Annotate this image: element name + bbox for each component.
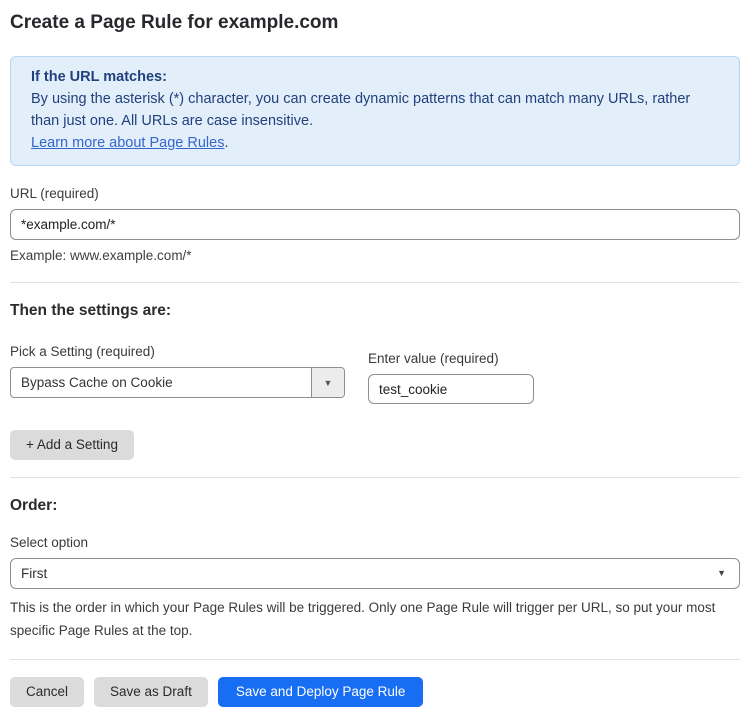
url-example-text: Example: www.example.com/*: [10, 246, 740, 265]
footer-actions: Cancel Save as Draft Save and Deploy Pag…: [10, 677, 740, 707]
setting-select[interactable]: Bypass Cache on Cookie ▼: [10, 367, 345, 398]
order-select-label: Select option: [10, 535, 740, 551]
setting-value-input[interactable]: [368, 374, 534, 404]
url-label: URL (required): [10, 186, 740, 202]
chevron-down-icon: ▼: [717, 559, 726, 588]
settings-row: Pick a Setting (required) Bypass Cache o…: [10, 344, 740, 404]
value-column: Enter value (required): [368, 351, 534, 404]
cancel-button[interactable]: Cancel: [10, 677, 84, 707]
order-select[interactable]: First ▼: [10, 558, 740, 589]
save-deploy-button[interactable]: Save and Deploy Page Rule: [218, 677, 424, 707]
settings-heading: Then the settings are:: [10, 301, 740, 320]
url-matches-info-box: If the URL matches: By using the asteris…: [10, 56, 740, 166]
order-heading: Order:: [10, 496, 740, 515]
info-box-body: By using the asterisk (*) character, you…: [31, 88, 719, 132]
order-select-value: First: [21, 566, 47, 581]
section-divider: [10, 477, 740, 478]
order-help-text: This is the order in which your Page Rul…: [10, 596, 732, 642]
setting-label: Pick a Setting (required): [10, 344, 345, 360]
info-box-heading: If the URL matches:: [31, 66, 719, 88]
link-suffix: .: [224, 135, 228, 151]
setting-select-value: Bypass Cache on Cookie: [11, 368, 311, 397]
value-label: Enter value (required): [368, 351, 534, 367]
save-draft-button[interactable]: Save as Draft: [94, 677, 208, 707]
dropdown-arrow-icon: ▼: [311, 368, 344, 397]
info-box-link-line: Learn more about Page Rules.: [31, 132, 719, 154]
add-setting-button[interactable]: + Add a Setting: [10, 430, 134, 460]
learn-more-link[interactable]: Learn more about Page Rules: [31, 135, 224, 151]
section-divider: [10, 282, 740, 283]
url-input[interactable]: [10, 209, 740, 240]
page-title: Create a Page Rule for example.com: [10, 11, 740, 34]
section-divider: [10, 659, 740, 660]
setting-column: Pick a Setting (required) Bypass Cache o…: [10, 344, 345, 398]
